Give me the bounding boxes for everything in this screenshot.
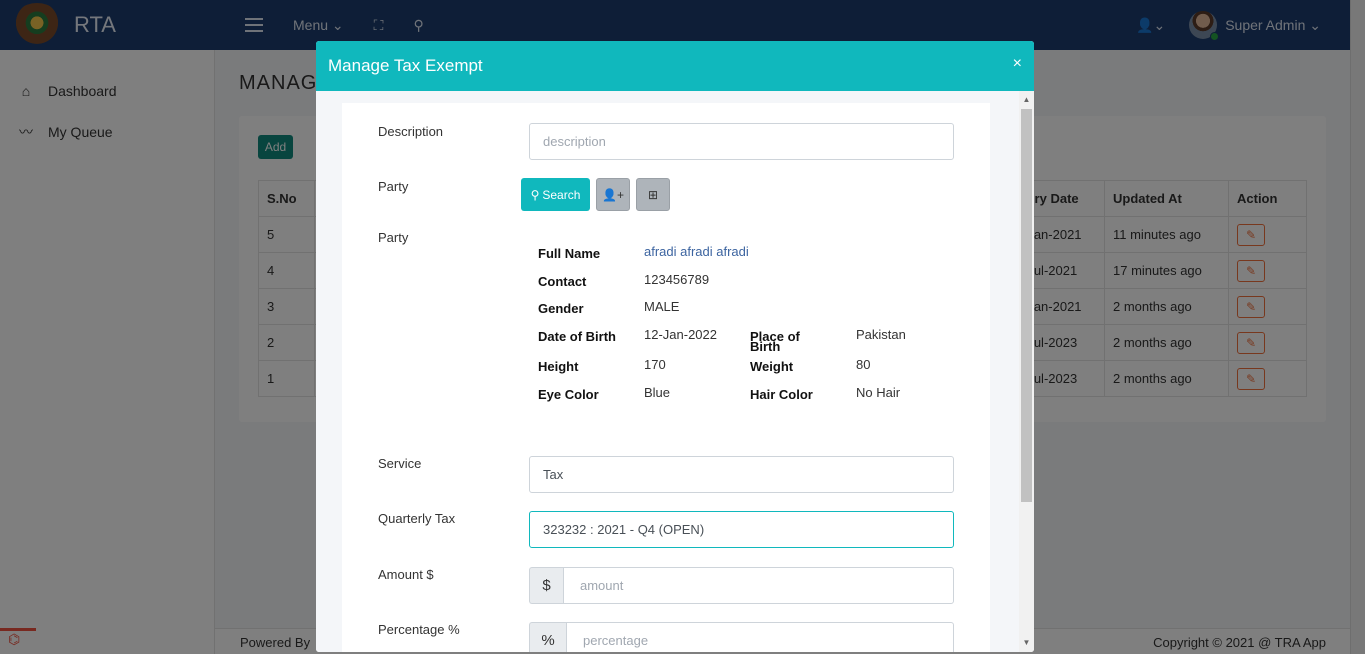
percent-addon: % (529, 622, 566, 652)
eye-color-value: Blue (644, 385, 671, 400)
modal-header: Manage Tax Exempt × (316, 41, 1034, 91)
close-icon[interactable]: × (1013, 55, 1022, 73)
pob-value: Pakistan (856, 327, 906, 342)
gender-key: Gender (538, 301, 584, 316)
amount-input[interactable]: amount (563, 567, 954, 604)
height-key: Height (538, 359, 579, 374)
pob-key: Place of Birth (750, 329, 800, 354)
scroll-down-icon[interactable]: ▼ (1019, 636, 1034, 650)
hair-color-key: Hair Color (750, 387, 813, 402)
contact-key: Contact (538, 274, 587, 289)
search-icon: ⚲ (530, 187, 540, 202)
description-input[interactable]: description (529, 123, 954, 160)
weight-value: 80 (856, 357, 871, 372)
service-label: Service (378, 456, 422, 471)
percentage-input-group: % percentage (529, 622, 954, 652)
contact-value: 123456789 (644, 272, 710, 287)
dob-key: Date of Birth (538, 329, 616, 344)
amount-input-group: $ amount (529, 567, 954, 604)
quarterly-tax-label: Quarterly Tax (378, 511, 456, 526)
percentage-label: Percentage % (378, 622, 460, 637)
full-name-key: Full Name (538, 246, 601, 261)
weight-key: Weight (750, 359, 794, 374)
dob-value: 12-Jan-2022 (644, 327, 717, 342)
plus-square-icon: ⊞ (647, 187, 659, 202)
tax-exempt-modal: Manage Tax Exempt × Description descript… (316, 41, 1034, 652)
eye-color-key: Eye Color (538, 387, 599, 402)
search-party-button[interactable]: ⚲ Search (521, 178, 590, 211)
hair-color-value: No Hair (856, 385, 901, 400)
form-card: Description description Party ⚲ Search 👤… (342, 103, 990, 652)
service-input[interactable]: Tax (529, 456, 954, 493)
dollar-addon: $ (529, 567, 563, 604)
amount-label: Amount $ (378, 567, 434, 582)
height-value: 170 (644, 357, 666, 372)
quarterly-tax-select[interactable]: 323232 : 2021 - Q4 (OPEN) (529, 511, 954, 548)
modal-title: Manage Tax Exempt (328, 56, 483, 75)
percentage-input[interactable]: percentage (566, 622, 954, 652)
modal-body: Description description Party ⚲ Search 👤… (316, 91, 1034, 652)
party-details-label: Party (378, 230, 409, 245)
gender-value: MALE (644, 299, 680, 314)
user-plus-icon: 👤+ (602, 187, 624, 202)
description-label: Description (378, 124, 444, 139)
modal-scrollbar[interactable]: ▲ ▼ (1019, 91, 1034, 652)
party-label: Party (378, 179, 409, 194)
scroll-up-icon[interactable]: ▲ (1019, 93, 1034, 107)
add-party-button[interactable]: 👤+ (596, 178, 630, 211)
scrollbar-thumb[interactable] (1021, 109, 1032, 502)
full-name-value[interactable]: afradi afradi afradi (644, 244, 749, 259)
expand-party-button[interactable]: ⊞ (636, 178, 670, 211)
